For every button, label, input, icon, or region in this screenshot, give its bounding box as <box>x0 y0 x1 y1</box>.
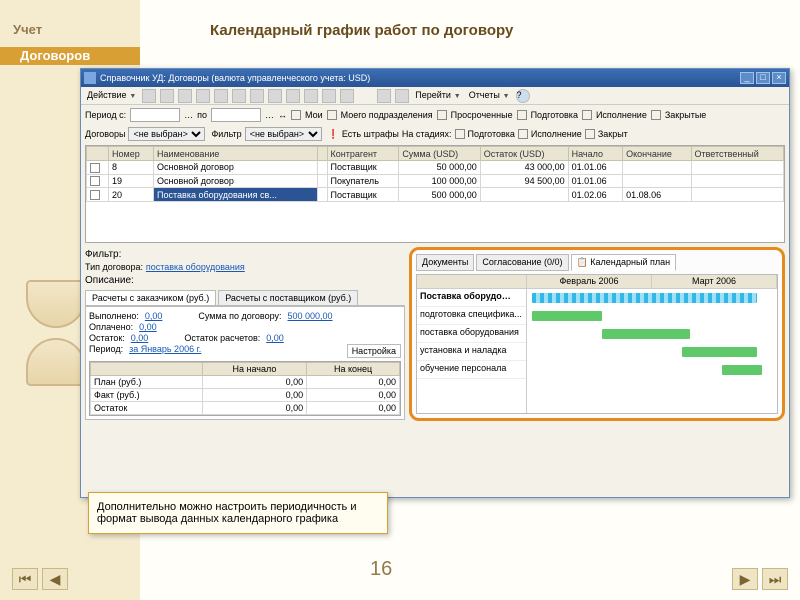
filter-bar-2: Договоры <не выбран> Фильтр <не выбран> … <box>81 125 789 143</box>
table-row[interactable]: 8Основной договорПоставщик50 000,0043 00… <box>87 161 784 175</box>
tab-agreement[interactable]: Согласование (0/0) <box>476 254 568 271</box>
menu-go[interactable]: Перейти ▼ <box>413 89 462 102</box>
tab-documents[interactable]: Документы <box>416 254 474 271</box>
titlebar[interactable]: Справочник УД: Договоры (валюта управлен… <box>81 69 789 87</box>
period-from-label: Период с: <box>85 110 126 120</box>
tool-icon[interactable] <box>322 89 336 103</box>
tool-icon[interactable] <box>304 89 318 103</box>
close-button[interactable]: × <box>772 72 786 84</box>
period-from-input[interactable] <box>130 108 180 122</box>
period-filter-bar: Период с: … по …↔ Мои Моего подразделени… <box>81 105 789 125</box>
nav-first[interactable]: ⏮ <box>12 568 38 590</box>
tool-icon[interactable] <box>395 89 409 103</box>
detail-left-panel: Фильтр: Тип договора: поставка оборудова… <box>85 247 405 421</box>
tool-icon[interactable] <box>250 89 264 103</box>
tool-icon[interactable] <box>340 89 354 103</box>
tool-icon[interactable] <box>160 89 174 103</box>
checkbox-prep[interactable] <box>517 110 527 120</box>
slide-title: Календарный график работ по договору <box>210 22 513 39</box>
checkbox-overdue[interactable] <box>437 110 447 120</box>
callout-note: Дополнительно можно настроить периодично… <box>88 492 388 534</box>
contract-type-link[interactable]: поставка оборудования <box>146 262 245 272</box>
toolbar: Действие ▼ Перейти ▼ Отчеты ▼ ? <box>81 87 789 105</box>
filter-label: Фильтр: <box>85 249 405 260</box>
minimize-button[interactable]: _ <box>740 72 754 84</box>
stage-exec-cb[interactable] <box>518 129 528 139</box>
setup-button[interactable]: Настройка <box>347 344 401 358</box>
checkbox-mine[interactable] <box>291 110 301 120</box>
nav-next[interactable]: ▶ <box>732 568 758 590</box>
gantt-chart[interactable]: Поставка оборудо…подготовка специфика...… <box>416 274 778 414</box>
table-row[interactable]: 19Основной договорПокупатель100 000,0094… <box>87 174 784 188</box>
slide-category: Учет <box>13 22 42 37</box>
slide-category-2: Договоров <box>20 48 90 63</box>
period-link[interactable]: за Январь 2006 г. <box>129 344 201 358</box>
tab-calendar[interactable]: 📋 Календарный план <box>571 254 677 271</box>
table-row[interactable]: 20Поставка оборудования св...Поставщик50… <box>87 188 784 202</box>
tool-icon[interactable] <box>232 89 246 103</box>
tool-icon[interactable] <box>178 89 192 103</box>
page-number: 16 <box>370 558 392 581</box>
nav-last[interactable]: ⏭ <box>762 568 788 590</box>
tool-icon[interactable] <box>377 89 391 103</box>
stage-closed-cb[interactable] <box>585 129 595 139</box>
contracts-select[interactable]: <не выбран> <box>128 127 205 141</box>
checkbox-mydept[interactable] <box>327 110 337 120</box>
plan-fact-grid: На началоНа конецПлан (руб.)0,000,00Факт… <box>89 361 401 416</box>
window-title: Справочник УД: Договоры (валюта управлен… <box>100 73 370 83</box>
tool-icon[interactable] <box>286 89 300 103</box>
help-icon[interactable]: ? <box>516 89 530 103</box>
period-to-input[interactable] <box>211 108 261 122</box>
menu-action[interactable]: Действие ▼ <box>85 89 138 102</box>
tab-customer[interactable]: Расчеты с заказчиком (руб.) <box>85 290 216 305</box>
app-icon <box>84 72 96 84</box>
calendar-plan-panel: Документы Согласование (0/0) 📋 Календарн… <box>409 247 785 421</box>
checkbox-closed[interactable] <box>651 110 661 120</box>
stage-prep-cb[interactable] <box>455 129 465 139</box>
tool-icon[interactable] <box>196 89 210 103</box>
tab-supplier[interactable]: Расчеты с поставщиком (руб.) <box>218 290 358 305</box>
app-window: Справочник УД: Договоры (валюта управлен… <box>80 68 790 498</box>
maximize-button[interactable]: □ <box>756 72 770 84</box>
nav-prev[interactable]: ◀ <box>42 568 68 590</box>
menu-reports[interactable]: Отчеты ▼ <box>467 89 512 102</box>
contracts-grid[interactable]: НомерНаименованиеКонтрагентСумма (USD)Ос… <box>85 145 785 243</box>
tool-icon[interactable] <box>214 89 228 103</box>
checkbox-exec[interactable] <box>582 110 592 120</box>
tool-icon[interactable] <box>268 89 282 103</box>
period-to-label: по <box>197 110 207 120</box>
tool-icon[interactable] <box>142 89 156 103</box>
filter-select[interactable]: <не выбран> <box>245 127 322 141</box>
